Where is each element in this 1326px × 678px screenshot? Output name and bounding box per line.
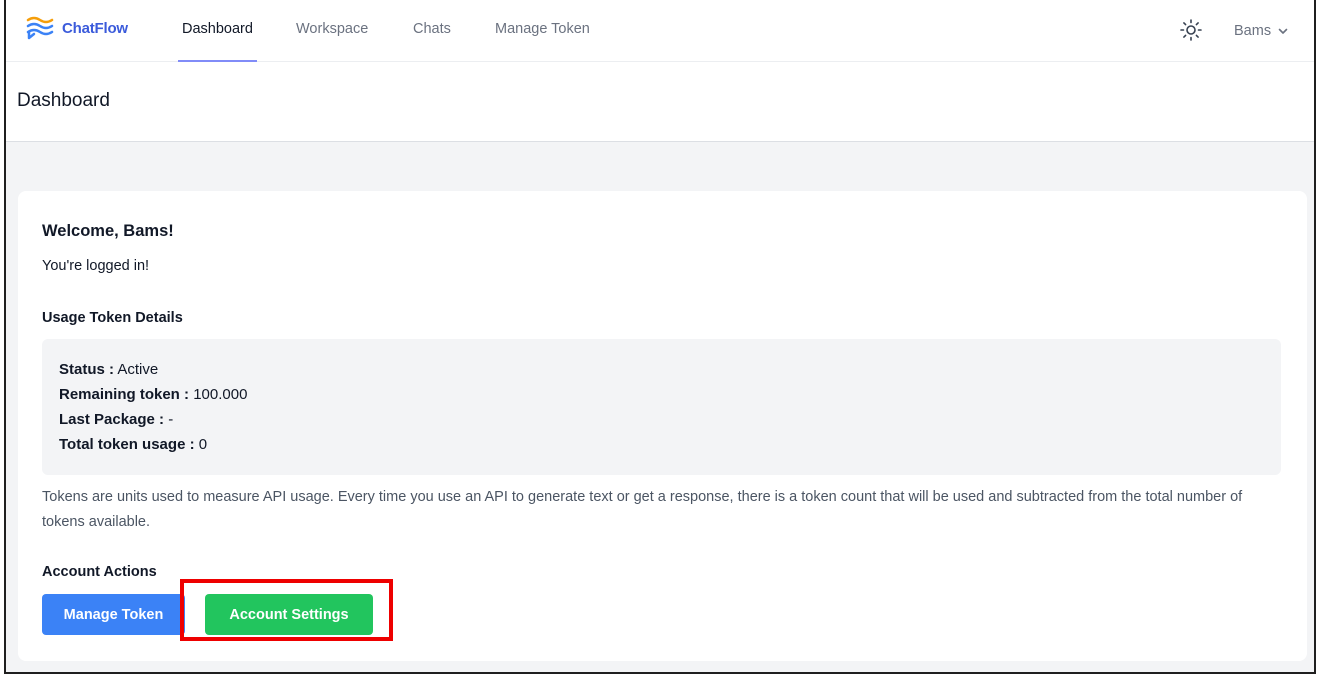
welcome-heading: Welcome, Bams!: [42, 222, 174, 240]
nav-chats[interactable]: Chats: [413, 0, 451, 62]
brand-logo[interactable]: ChatFlow: [26, 16, 128, 40]
total-usage-label: Total token usage :: [59, 436, 195, 453]
manage-token-button[interactable]: Manage Token: [42, 594, 185, 635]
remaining-token-label: Remaining token :: [59, 386, 190, 403]
remaining-token-row: Remaining token : 100.000: [59, 382, 1264, 407]
sun-icon: [1180, 19, 1202, 41]
app-window: ChatFlow Dashboard Workspace Chats Manag…: [4, 0, 1316, 674]
page-title: Dashboard: [17, 90, 110, 111]
last-package-label: Last Package :: [59, 411, 165, 428]
nav-dashboard[interactable]: Dashboard: [178, 0, 257, 62]
status-label: Status :: [59, 361, 115, 378]
page-header: Dashboard: [6, 62, 1314, 142]
dashboard-card: Welcome, Bams! You're logged in! Usage T…: [18, 191, 1307, 661]
status-value: Active: [117, 361, 159, 378]
user-menu[interactable]: Bams: [1234, 0, 1289, 62]
theme-toggle-button[interactable]: [1179, 18, 1203, 42]
brand-name: ChatFlow: [62, 19, 128, 37]
usage-heading: Usage Token Details: [42, 310, 183, 326]
total-usage-value: 0: [198, 436, 208, 453]
account-settings-button[interactable]: Account Settings: [205, 594, 373, 635]
token-description: Tokens are units used to measure API usa…: [42, 489, 1243, 530]
nav-manage-token[interactable]: Manage Token: [495, 0, 590, 62]
chevron-down-icon: [1278, 28, 1288, 34]
last-package-row: Last Package : -: [59, 407, 1264, 432]
user-name: Bams: [1234, 23, 1272, 39]
total-usage-row: Total token usage : 0: [59, 432, 1264, 457]
top-navbar: ChatFlow Dashboard Workspace Chats Manag…: [6, 0, 1314, 62]
login-status-text: You're logged in!: [42, 258, 150, 274]
nav-workspace[interactable]: Workspace: [296, 0, 368, 62]
chatflow-logo-icon: [26, 16, 54, 40]
last-package-value: -: [168, 411, 174, 428]
account-actions-heading: Account Actions: [42, 564, 157, 580]
remaining-token-value: 100.000: [193, 386, 248, 403]
usage-details-box: Status : Active Remaining token : 100.00…: [42, 339, 1281, 475]
status-row: Status : Active: [59, 357, 1264, 382]
